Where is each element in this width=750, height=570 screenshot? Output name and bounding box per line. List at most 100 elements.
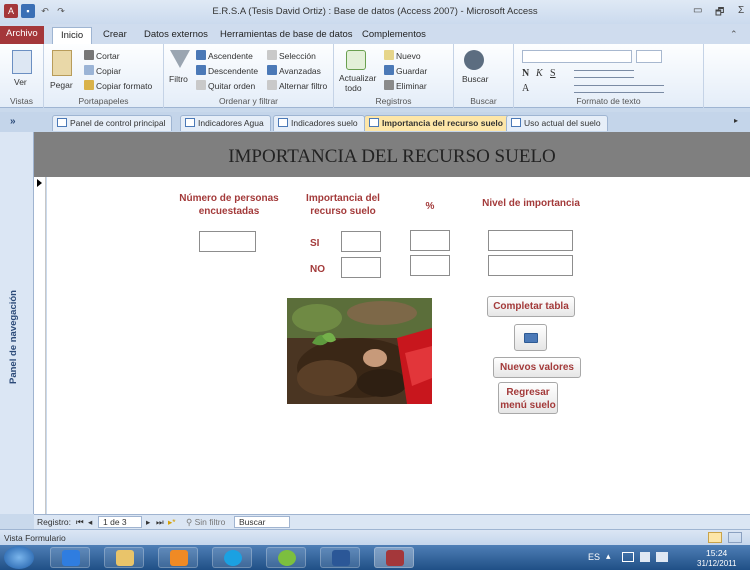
sort-desc-icon bbox=[196, 65, 206, 75]
pegar-button[interactable]: Pegar bbox=[50, 80, 73, 90]
binoculars-icon[interactable] bbox=[464, 50, 484, 70]
network-icon[interactable] bbox=[640, 552, 650, 562]
copiar-formato-button[interactable]: Copiar formato bbox=[84, 80, 152, 91]
regresar-menu-suelo-button[interactable]: Regresar menú suelo bbox=[498, 382, 558, 414]
no-importancia-input[interactable] bbox=[341, 257, 381, 278]
guardar-button[interactable]: Guardar bbox=[384, 65, 427, 76]
quitar-orden-button[interactable]: Quitar orden bbox=[196, 80, 255, 91]
actualizar-button[interactable]: Actualizar bbox=[339, 73, 376, 83]
prev-record-button[interactable]: ◂ bbox=[88, 517, 92, 528]
bold-button[interactable]: N bbox=[522, 68, 529, 79]
form-title: IMPORTANCIA DEL RECURSO SUELO bbox=[228, 146, 556, 167]
font-size-select[interactable] bbox=[636, 50, 662, 63]
doc-tab-importancia-suelo[interactable]: Importancia del recurso suelo bbox=[364, 115, 510, 131]
ver-button[interactable]: Ver bbox=[14, 77, 27, 87]
start-button[interactable] bbox=[4, 546, 34, 569]
flag-icon[interactable] bbox=[622, 552, 634, 562]
alternar-filtro-button[interactable]: Alternar filtro bbox=[267, 80, 327, 91]
cortar-button[interactable]: Cortar bbox=[84, 50, 120, 61]
next-record-button[interactable]: ▸ bbox=[146, 517, 150, 528]
clock-time[interactable]: 15:24 bbox=[706, 548, 727, 558]
filter-icon[interactable] bbox=[170, 50, 190, 68]
filtro-button[interactable]: Filtro bbox=[169, 74, 188, 84]
media-player-icon bbox=[170, 550, 188, 566]
record-position-field[interactable]: 1 de 3 bbox=[98, 516, 142, 528]
si-importancia-input[interactable] bbox=[341, 231, 381, 252]
descendente-button[interactable]: Descendente bbox=[196, 65, 258, 76]
completar-tabla-button[interactable]: Completar tabla bbox=[487, 296, 575, 317]
nav-pane-toggle[interactable]: » bbox=[10, 116, 16, 127]
tray-expand-icon[interactable]: ▴ bbox=[606, 551, 611, 562]
taskbar-access[interactable] bbox=[374, 547, 414, 568]
ribbon-collapse-icon[interactable]: ⌃ bbox=[730, 29, 738, 40]
last-record-button[interactable]: ⏭ bbox=[156, 517, 164, 528]
alignment-icon[interactable] bbox=[574, 85, 664, 93]
si-nivel-input[interactable] bbox=[488, 230, 573, 251]
doc-tab-indicadores-agua[interactable]: Indicadores Agua bbox=[180, 115, 271, 131]
record-selector[interactable] bbox=[34, 177, 46, 514]
window-title: E.R.S.A (Tesis David Ortiz) : Base de da… bbox=[212, 6, 538, 17]
group-label-buscar: Buscar bbox=[470, 96, 497, 106]
no-filter-indicator[interactable]: ⚲ Sin filtro bbox=[186, 517, 225, 528]
save-form-button[interactable] bbox=[514, 324, 547, 351]
ribbon-tab-bar: Archivo Inicio Crear Datos externos Herr… bbox=[0, 24, 750, 44]
font-color-button[interactable]: A bbox=[522, 83, 529, 94]
copiar-button[interactable]: Copiar bbox=[84, 65, 121, 76]
quitar-orden-label: Quitar orden bbox=[208, 81, 256, 91]
no-porcentaje-input[interactable] bbox=[410, 255, 450, 276]
label-importancia: Importancia del recurso suelo bbox=[306, 193, 380, 217]
underline-button[interactable]: S bbox=[550, 68, 556, 79]
personas-encuestadas-input[interactable] bbox=[199, 231, 256, 252]
si-porcentaje-input[interactable] bbox=[410, 230, 450, 251]
tab-archivo[interactable]: Archivo bbox=[0, 26, 44, 44]
group-label-portapapeles: Portapapeles bbox=[78, 96, 129, 106]
form-view-icon[interactable] bbox=[708, 532, 722, 543]
taskbar-word[interactable] bbox=[320, 547, 360, 568]
doc-close-icon[interactable]: ▸ bbox=[734, 116, 738, 125]
copiar-label: Copiar bbox=[96, 66, 122, 76]
eliminar-label: Eliminar bbox=[396, 81, 427, 91]
form-icon bbox=[511, 118, 521, 127]
first-record-button[interactable]: ⏮ bbox=[76, 517, 84, 528]
view-icon[interactable] bbox=[12, 50, 32, 74]
taskbar-ie[interactable] bbox=[50, 547, 90, 568]
ascendente-label: Ascendente bbox=[208, 51, 253, 61]
restore-button[interactable]: 🗗 bbox=[715, 5, 724, 22]
record-search-input[interactable]: Buscar bbox=[234, 516, 290, 528]
language-indicator[interactable]: ES bbox=[588, 552, 600, 562]
doc-tab-indicadores-suelo[interactable]: Indicadores suelo bbox=[273, 115, 365, 131]
minimize-button[interactable]: ▭ bbox=[693, 5, 702, 16]
avanzadas-button[interactable]: Avanzadas bbox=[267, 65, 321, 76]
tab-complementos[interactable]: Complementos bbox=[354, 27, 434, 44]
indent-icon[interactable] bbox=[574, 70, 634, 78]
tab-datos-externos[interactable]: Datos externos bbox=[136, 27, 216, 44]
eliminar-button[interactable]: Eliminar bbox=[384, 80, 427, 91]
tab-inicio[interactable]: Inicio bbox=[52, 27, 93, 44]
volume-icon[interactable] bbox=[656, 552, 668, 562]
doc-tab-uso-actual[interactable]: Uso actual del suelo bbox=[506, 115, 608, 131]
taskbar-explorer[interactable] bbox=[104, 547, 144, 568]
tab-herramientas[interactable]: Herramientas de base de datos bbox=[212, 27, 361, 44]
buscar-button[interactable]: Buscar bbox=[462, 74, 488, 84]
doc-tab-panel-control[interactable]: Panel de control principal bbox=[52, 115, 173, 131]
seleccion-button[interactable]: Selección bbox=[267, 50, 316, 61]
italic-button[interactable]: K bbox=[536, 68, 543, 79]
nuevos-valores-button[interactable]: Nuevos valores bbox=[493, 357, 581, 378]
taskbar-app[interactable] bbox=[266, 547, 306, 568]
no-nivel-input[interactable] bbox=[488, 255, 573, 276]
new-record-button[interactable]: ▸* bbox=[168, 517, 176, 528]
paste-icon[interactable] bbox=[52, 50, 72, 76]
tab-crear[interactable]: Crear bbox=[95, 27, 135, 44]
nuevo-label: Nuevo bbox=[396, 51, 421, 61]
close-button[interactable]: Σ bbox=[738, 5, 744, 16]
nuevo-button[interactable]: Nuevo bbox=[384, 50, 421, 61]
clock-date[interactable]: 31/12/2011 bbox=[697, 559, 736, 568]
navigation-pane[interactable]: Panel de navegación bbox=[0, 132, 34, 514]
refresh-icon[interactable] bbox=[346, 50, 366, 70]
design-view-icon[interactable] bbox=[728, 532, 742, 543]
font-name-select[interactable] bbox=[522, 50, 632, 63]
taskbar-skype[interactable] bbox=[212, 547, 252, 568]
taskbar-media-player[interactable] bbox=[158, 547, 198, 568]
group-label-vistas: Vistas bbox=[10, 96, 33, 106]
ascendente-button[interactable]: Ascendente bbox=[196, 50, 253, 61]
